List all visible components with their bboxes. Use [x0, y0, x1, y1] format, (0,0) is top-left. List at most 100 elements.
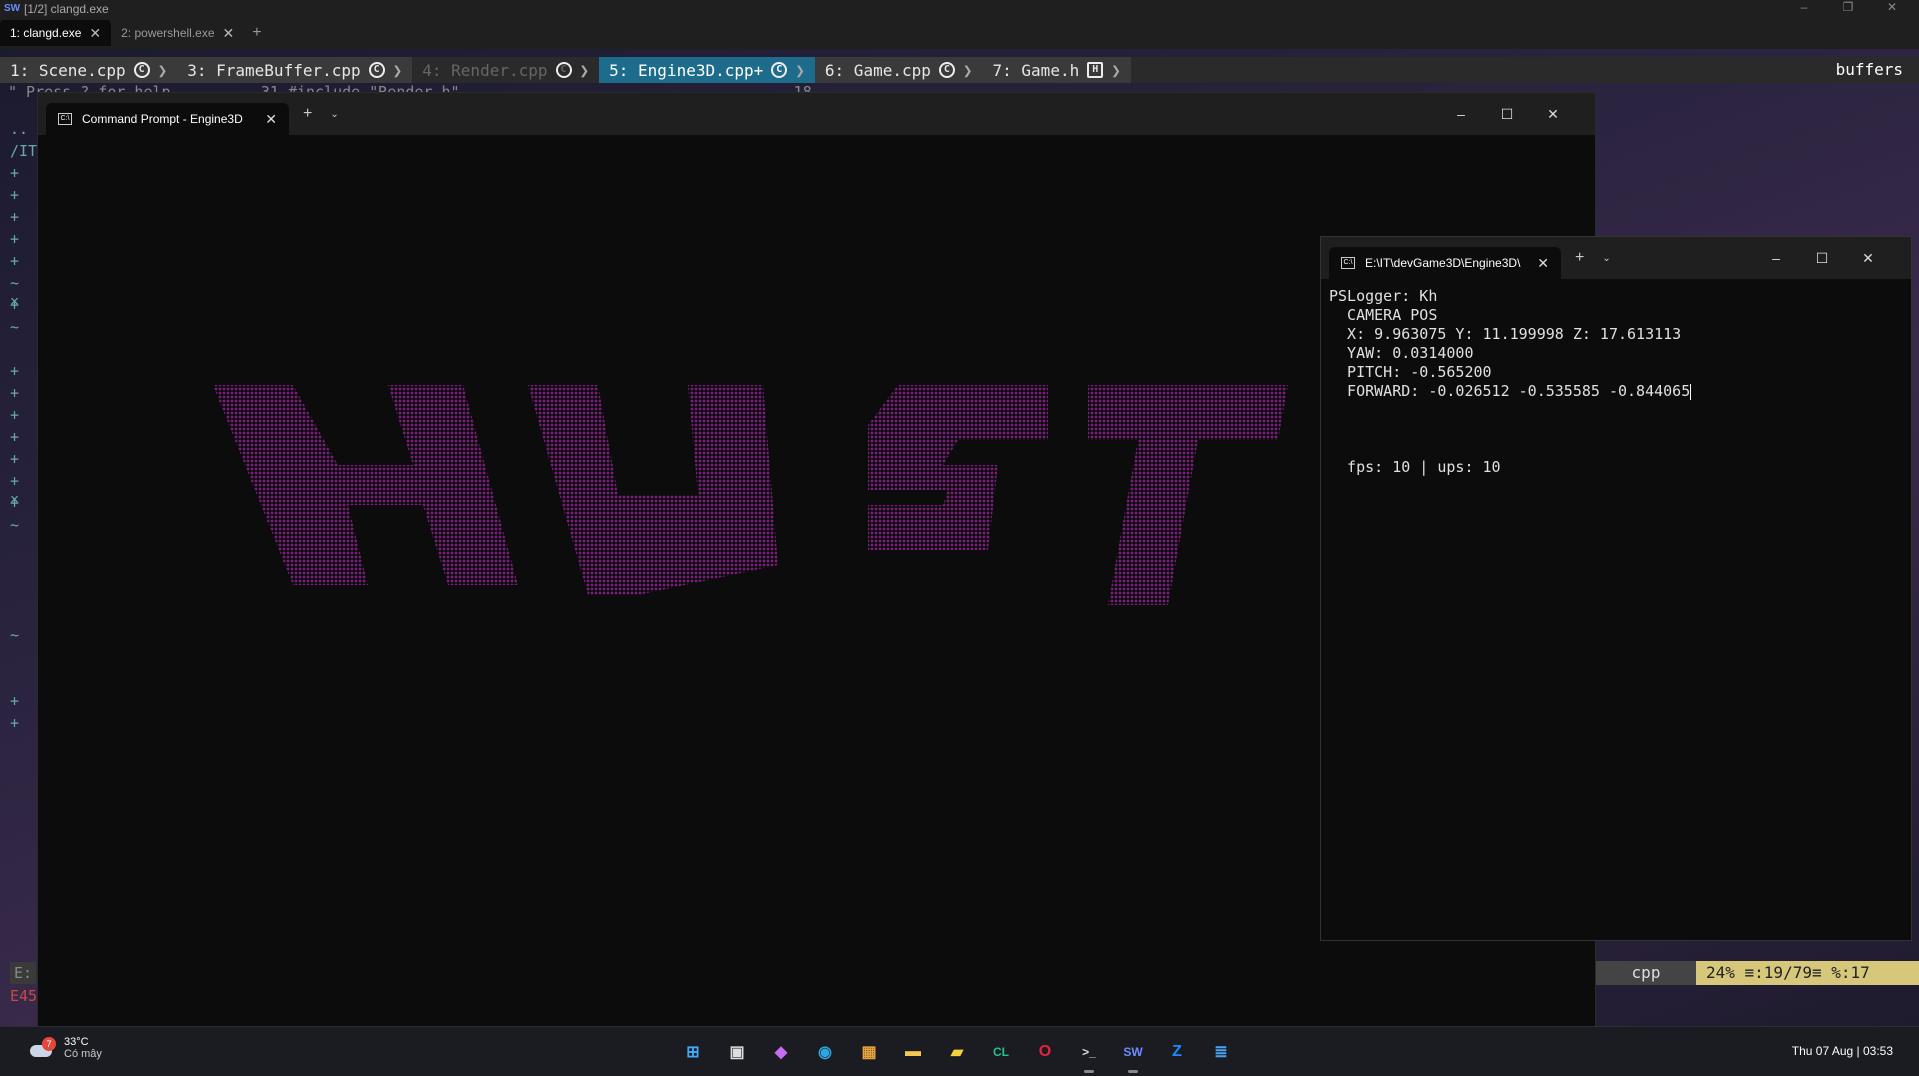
task-view-icon[interactable]: ▣	[720, 1035, 754, 1069]
edge-icon[interactable]: ◉	[808, 1035, 842, 1069]
gutter-marker: +	[10, 296, 20, 314]
logger-line: YAW: 0.0314000	[1329, 344, 1474, 362]
gutter-marker: /IT	[10, 142, 38, 160]
maximize-icon[interactable]: ☐	[1484, 93, 1530, 135]
terminal-icon[interactable]: >_	[1072, 1035, 1106, 1073]
letter-s	[868, 385, 1048, 550]
minimize-icon[interactable]: –	[1753, 237, 1799, 279]
vim-error-line: E45	[10, 987, 38, 1005]
weather-temp: 33°C	[64, 1036, 89, 1048]
zalo-icon[interactable]: Z	[1160, 1035, 1194, 1069]
chevron-right-icon: ❯	[157, 60, 168, 80]
outer-window-title: [1/2] clangd.exe	[24, 1, 109, 16]
taskbar: 7 33°C Có mây ⊞ ▣ ◆ ◉ ▦ ▬ ▰ CL O >_ SW Z ≣ Thu 07 Au…	[0, 1026, 1919, 1076]
gutter-marker	[0, 670, 36, 692]
logger-line: X: 9.963075 Y: 11.199998 Z: 17.613113	[1329, 325, 1682, 343]
new-tab-icon[interactable]: +	[303, 105, 312, 123]
gutter-marker	[0, 582, 36, 604]
vim-tab[interactable]: 6: Game.cpp C ❯	[814, 57, 983, 83]
close-tab-icon[interactable]: ✕	[1537, 255, 1549, 272]
restore-icon[interactable]: ❐	[1828, 0, 1868, 17]
weather-desc: Có mây	[64, 1048, 102, 1060]
file-explorer-icon[interactable]: ▬	[896, 1035, 930, 1069]
chevron-right-icon: ❯	[795, 60, 805, 80]
close-icon[interactable]: ✕	[1845, 237, 1891, 279]
start-icon[interactable]: ⊞	[676, 1035, 710, 1069]
maximize-icon[interactable]: ☐	[1799, 237, 1845, 279]
gutter-marker: +	[10, 164, 20, 182]
vim-tab[interactable]: 4: Render.cpp C ❯	[412, 57, 600, 83]
vim-tab[interactable]: 7: Game.h H ❯	[982, 57, 1131, 83]
vim-buffers-label: buffers	[1819, 57, 1919, 83]
gutter-marker	[0, 560, 36, 582]
gutter-marker	[0, 604, 36, 626]
cmd-tab[interactable]: C:\ Command Prompt - Engine3D ✕	[46, 103, 289, 135]
cpp-file-icon: C	[555, 62, 572, 78]
minimize-icon[interactable]: –	[1438, 93, 1484, 135]
gutter-marker: ~	[10, 318, 20, 336]
close-tab-icon[interactable]: ✕	[223, 25, 235, 42]
notepad-icon[interactable]: ≣	[1204, 1035, 1238, 1069]
vim-filetype: cpp	[1596, 961, 1696, 985]
clion-icon[interactable]: CL	[984, 1035, 1018, 1069]
clock[interactable]: Thu 07 Aug | 03:53	[1792, 1044, 1893, 1058]
taskbar-apps: ⊞ ▣ ◆ ◉ ▦ ▬ ▰ CL O >_ SW Z ≣	[676, 1035, 1238, 1073]
vim-tab[interactable]: 5: Engine3D.cpp+ C ❯	[599, 57, 815, 83]
vim-statusline: cpp 24% ≡:19/79≡ %:17	[1596, 961, 1919, 985]
tab-clangd[interactable]: 1: clangd.exe ✕	[0, 20, 112, 46]
vim-tab-label: 1: Scene.cpp	[10, 60, 126, 80]
close-tab-icon[interactable]: ✕	[265, 111, 277, 128]
logger-line	[1329, 401, 1903, 420]
sticky-notes-icon[interactable]: ▰	[940, 1035, 974, 1069]
chevron-down-icon[interactable]: ⌄	[330, 109, 338, 120]
sw-icon[interactable]: SW	[1116, 1035, 1150, 1073]
logger-titlebar: C:\ E:\IT\devGame3D\Engine3D\ ✕ + ⌄ – ☐ …	[1321, 237, 1911, 279]
new-tab-icon[interactable]: +	[1575, 249, 1584, 267]
chevron-right-icon: ❯	[962, 60, 973, 80]
gutter-marker: +	[10, 406, 20, 424]
header-file-icon: H	[1087, 62, 1104, 78]
vim-tab-label: 4: Render.cpp	[422, 60, 548, 80]
vim-tab[interactable]: 3: FrameBuffer.cpp C ❯	[177, 57, 413, 83]
vim-tab-label: 6: Game.cpp	[824, 60, 931, 80]
gutter-marker	[0, 648, 36, 670]
chevron-down-icon[interactable]: ⌄	[1602, 253, 1610, 264]
cloud-icon: 7	[28, 1037, 56, 1059]
gutter-marker: +	[10, 714, 20, 732]
copilot-icon[interactable]: ◆	[764, 1035, 798, 1069]
cmd-titlebar: C:\ Command Prompt - Engine3D ✕ + ⌄ – ☐ …	[38, 93, 1595, 135]
logger-tab[interactable]: C:\ E:\IT\devGame3D\Engine3D\ ✕	[1329, 247, 1561, 279]
vim-tab[interactable]: 1: Scene.cpp C ❯	[0, 57, 178, 83]
cmd-prompt-icon: C:\	[1341, 257, 1355, 269]
tab-powershell[interactable]: 2: powershell.exe ✕	[111, 20, 244, 46]
logger-line	[1329, 420, 1903, 439]
store-icon[interactable]: ▦	[852, 1035, 886, 1069]
gutter-marker: +	[10, 186, 20, 204]
close-icon[interactable]: ✕	[1872, 0, 1912, 17]
gutter-marker: +	[10, 208, 20, 226]
logger-window[interactable]: C:\ E:\IT\devGame3D\Engine3D\ ✕ + ⌄ – ☐ …	[1320, 236, 1912, 941]
opera-icon[interactable]: O	[1028, 1035, 1062, 1069]
gutter-marker: +	[10, 692, 20, 710]
cpp-file-icon: C	[771, 62, 788, 78]
gutter-marker: +	[10, 450, 20, 468]
close-icon[interactable]: ✕	[1530, 93, 1576, 135]
minimize-icon[interactable]: –	[1784, 0, 1824, 17]
vim-tab-label: 3: FrameBuffer.cpp	[187, 60, 361, 80]
logger-line: fps: 10 | ups: 10	[1329, 458, 1501, 476]
cpp-file-icon: C	[938, 62, 955, 78]
close-tab-icon[interactable]: ✕	[89, 25, 101, 42]
logger-output: PSLogger: Kh CAMERA POS X: 9.963075 Y: 1…	[1321, 279, 1911, 485]
logger-line: FORWARD: -0.026512 -0.535585 -0.844065	[1329, 382, 1692, 400]
gutter-marker: +	[10, 252, 20, 270]
terminal-app-icon: SW	[4, 2, 21, 14]
tab-label: 2: powershell.exe	[121, 26, 215, 40]
new-tab-icon[interactable]: +	[244, 24, 269, 42]
weather-widget[interactable]: 7 33°C Có mây	[28, 1036, 102, 1060]
gutter-marker	[0, 538, 36, 560]
gutter-marker: + ×	[10, 472, 20, 508]
logger-line	[1329, 439, 1903, 458]
cpp-file-icon: C	[133, 62, 150, 78]
outer-tabbar: 1: clangd.exe ✕ 2: powershell.exe ✕ +	[0, 17, 1919, 49]
gutter-marker: ..	[10, 120, 29, 138]
